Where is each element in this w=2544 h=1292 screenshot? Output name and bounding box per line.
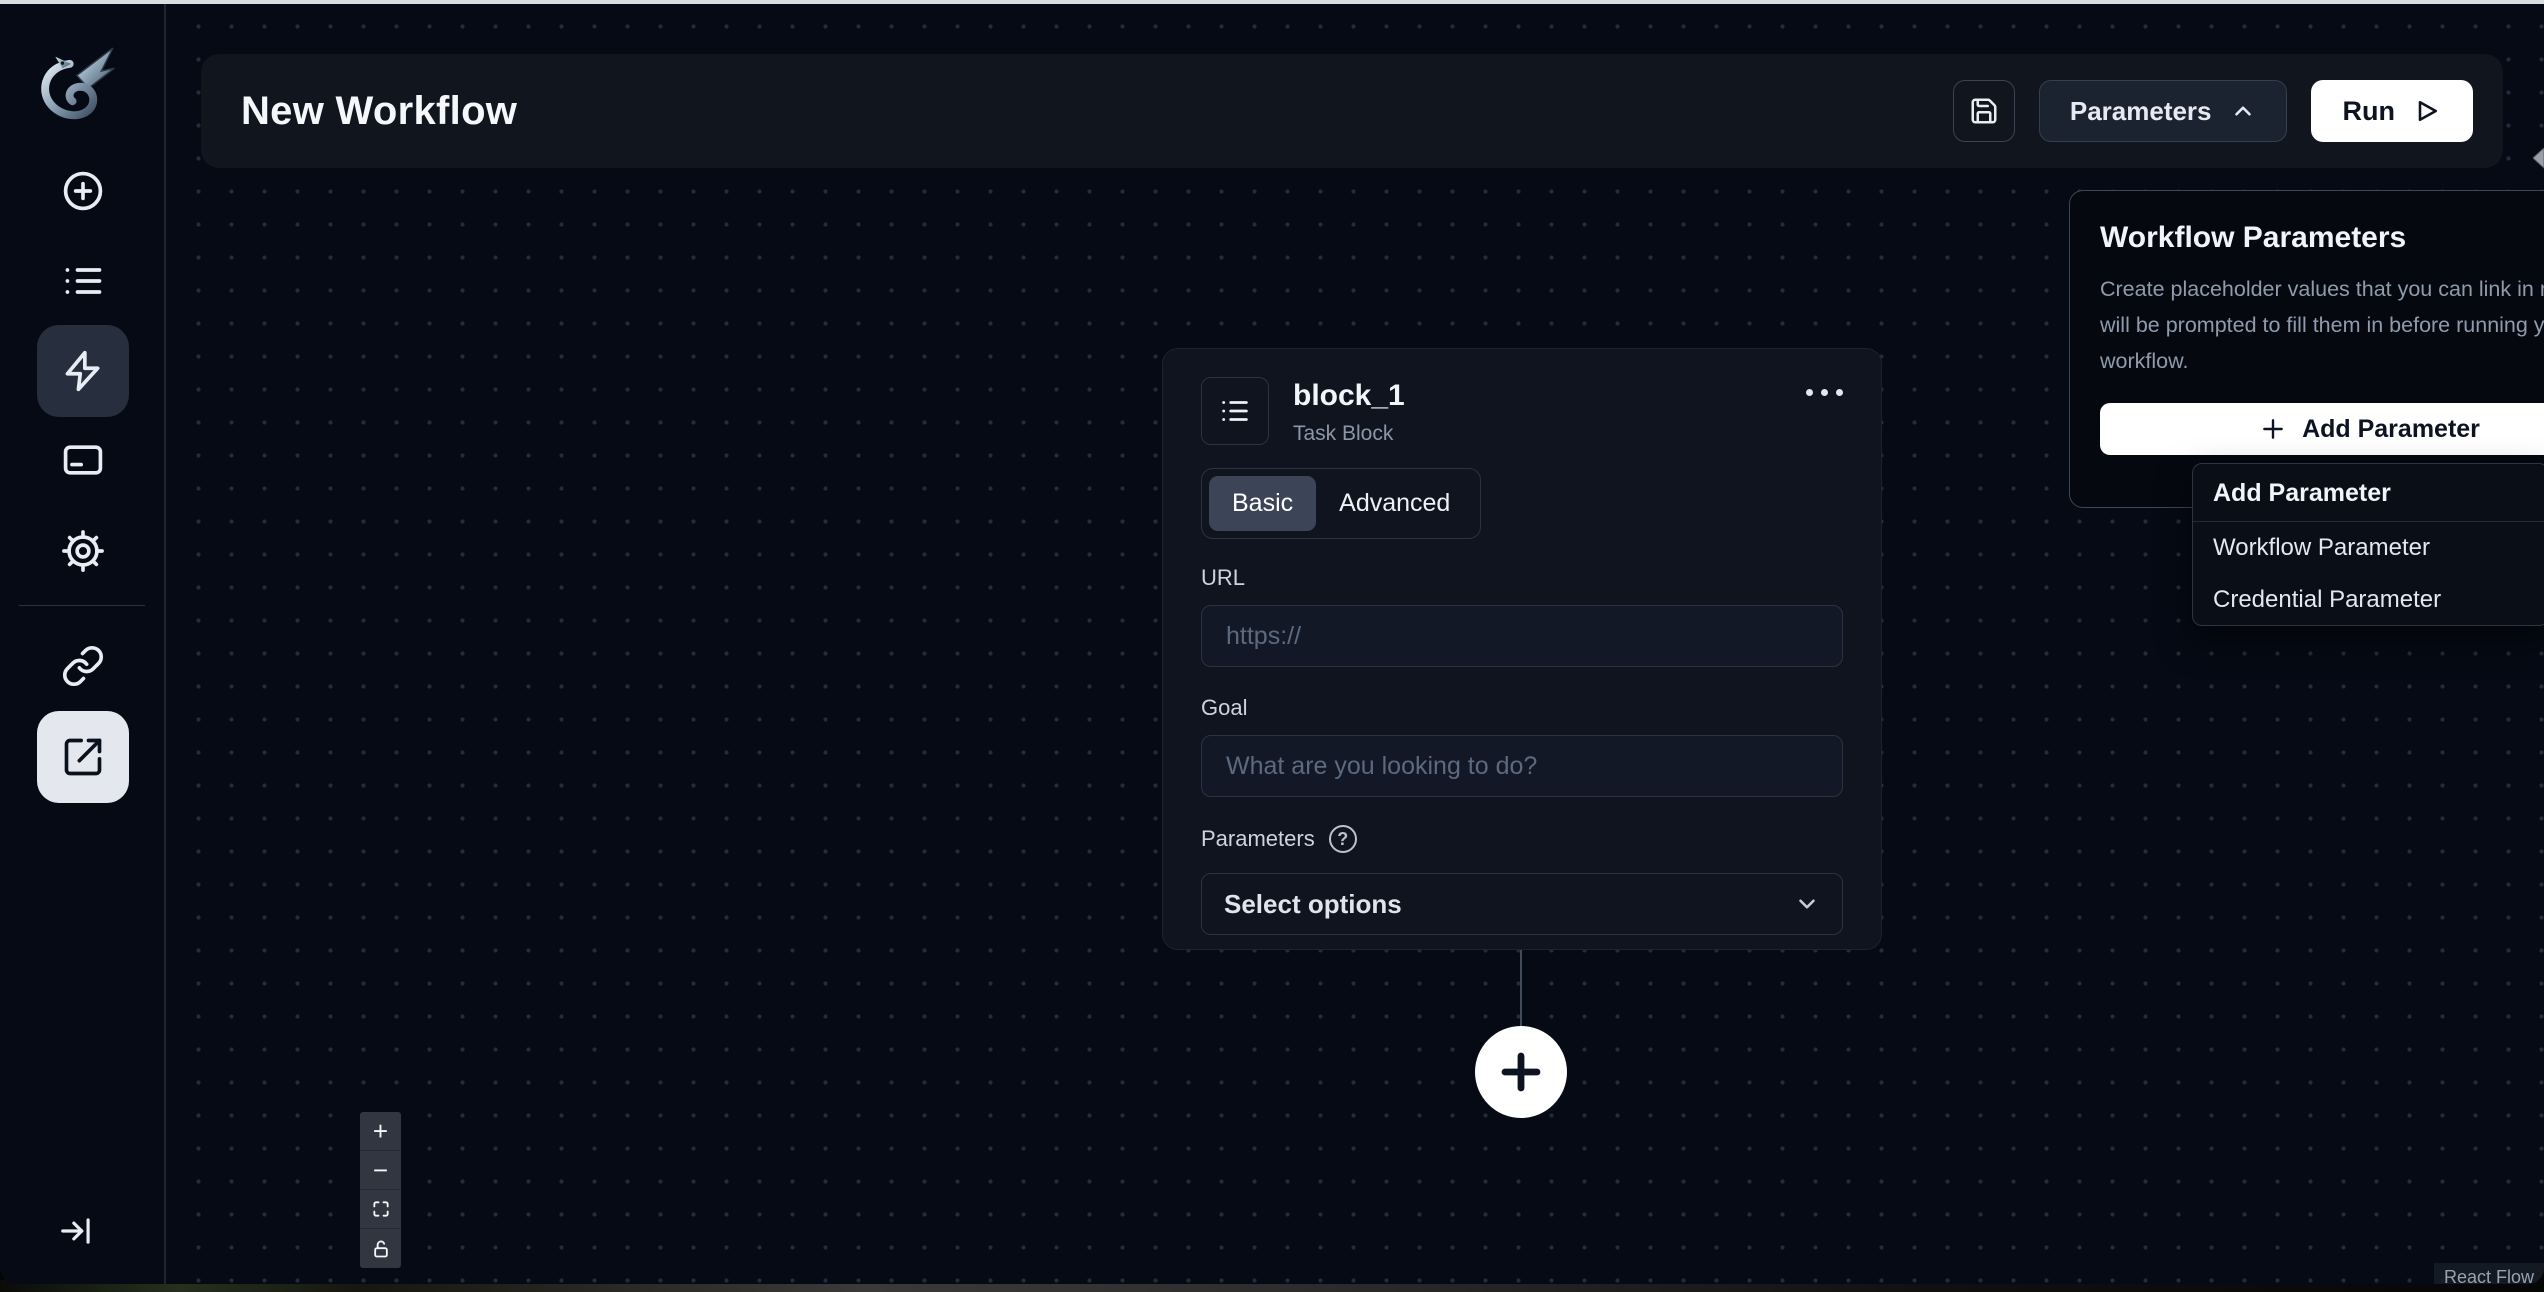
sidebar-item-runs[interactable] <box>37 235 129 327</box>
zoom-in-button[interactable]: + <box>360 1112 401 1151</box>
menu-header: Add Parameter <box>2213 479 2391 507</box>
parameters-toggle-label: Parameters <box>2069 95 2212 126</box>
node-title: block_1 <box>1293 379 1405 412</box>
lock-button[interactable] <box>360 1229 401 1268</box>
menu-item-workflow-parameter[interactable]: Workflow Parameter <box>2193 522 2544 574</box>
parameters-label-row: Parameters ? <box>1201 825 1843 853</box>
fit-view-button[interactable] <box>360 1190 401 1229</box>
fit-view-icon <box>372 1201 389 1217</box>
external-link-icon <box>64 738 102 776</box>
chevron-down-icon <box>1799 899 1815 909</box>
node-titles: block_1 Task Block <box>1293 377 1405 446</box>
gear-icon <box>62 530 104 572</box>
play-icon <box>2418 100 2438 122</box>
panel-description: Create placeholder values that you can l… <box>2100 277 2544 373</box>
workflow-parameters-panel: Workflow Parameters Create placeholder v… <box>2069 190 2544 508</box>
add-parameter-label: Add Parameter <box>2302 414 2480 443</box>
tab-basic[interactable]: Basic <box>1209 476 1317 531</box>
help-icon[interactable]: ? <box>1328 825 1357 853</box>
sidebar-collapse-button[interactable] <box>42 1196 112 1266</box>
sidebar-item-integrations[interactable] <box>37 620 129 712</box>
chevron-up-icon <box>2234 106 2251 116</box>
goal-label: Goal <box>1201 695 1248 720</box>
node-subtitle: Task Block <box>1293 422 1394 445</box>
plus-icon <box>2263 419 2283 439</box>
url-input[interactable] <box>1201 605 1843 667</box>
task-block-node[interactable]: block_1 Task Block Basic Advanced URL Go… <box>1162 348 1882 950</box>
add-node-button[interactable] <box>1475 1026 1567 1118</box>
parameters-label: Parameters <box>1201 826 1315 851</box>
sidebar-item-settings[interactable] <box>37 505 129 597</box>
sidebar-item-browser[interactable] <box>37 711 129 803</box>
run-button[interactable]: Run <box>2310 80 2473 142</box>
app-window: New Workflow Parameters Run block_1 Task… <box>0 4 2544 1284</box>
skyvern-dragon-logo <box>41 47 115 120</box>
parameters-select-value: Select options <box>1224 888 1402 919</box>
ellipsis-icon <box>1806 389 1813 396</box>
panel-title: Workflow Parameters <box>2100 221 2407 254</box>
list-icon <box>65 268 102 294</box>
url-label: URL <box>1201 565 1246 590</box>
node-type-icon-box <box>1201 377 1269 445</box>
lock-open-icon <box>373 1240 388 1257</box>
run-label: Run <box>2342 95 2395 126</box>
add-parameter-menu: Add Parameter Workflow Parameter Credent… <box>2192 463 2544 626</box>
circle-plus-icon <box>63 171 103 211</box>
add-parameter-button[interactable]: Add Parameter <box>2100 403 2544 455</box>
parameters-select[interactable]: Select options <box>1201 873 1843 935</box>
mouse-cursor-fragment <box>2533 148 2544 169</box>
arrow-right-to-line-icon <box>61 1218 90 1244</box>
link-icon <box>62 645 104 687</box>
save-button[interactable] <box>1952 80 2015 142</box>
sidebar-divider <box>19 605 145 606</box>
react-flow-attribution[interactable]: React Flow <box>2433 1263 2544 1284</box>
node-tabs: Basic Advanced <box>1201 468 1482 539</box>
lightning-icon <box>65 350 100 392</box>
page-title: New Workflow <box>241 88 518 133</box>
tab-advanced[interactable]: Advanced <box>1316 476 1473 531</box>
header-actions: Parameters Run <box>1952 80 2473 142</box>
sidebar <box>0 4 166 1284</box>
floppy-disk-icon <box>1971 98 1997 124</box>
plus-icon <box>1501 1052 1541 1092</box>
workflow-canvas[interactable]: New Workflow Parameters Run block_1 Task… <box>168 4 2544 1284</box>
menu-item-credential-parameter[interactable]: Credential Parameter <box>2193 574 2544 625</box>
node-options-button[interactable] <box>1806 377 1843 396</box>
sidebar-item-billing[interactable] <box>37 414 129 506</box>
canvas-zoom-controls: + − <box>360 1112 401 1268</box>
credit-card-icon <box>63 445 103 475</box>
sidebar-item-create[interactable] <box>37 145 129 237</box>
goal-input[interactable] <box>1201 735 1843 797</box>
sidebar-item-workflows[interactable] <box>37 325 129 417</box>
workflow-header: New Workflow Parameters Run <box>201 54 2503 168</box>
edge-connector <box>1520 950 1522 1028</box>
node-header: block_1 Task Block <box>1201 377 1843 446</box>
zoom-out-button[interactable]: − <box>360 1151 401 1190</box>
parameters-toggle-button[interactable]: Parameters <box>2038 80 2287 142</box>
list-icon <box>1222 401 1248 421</box>
